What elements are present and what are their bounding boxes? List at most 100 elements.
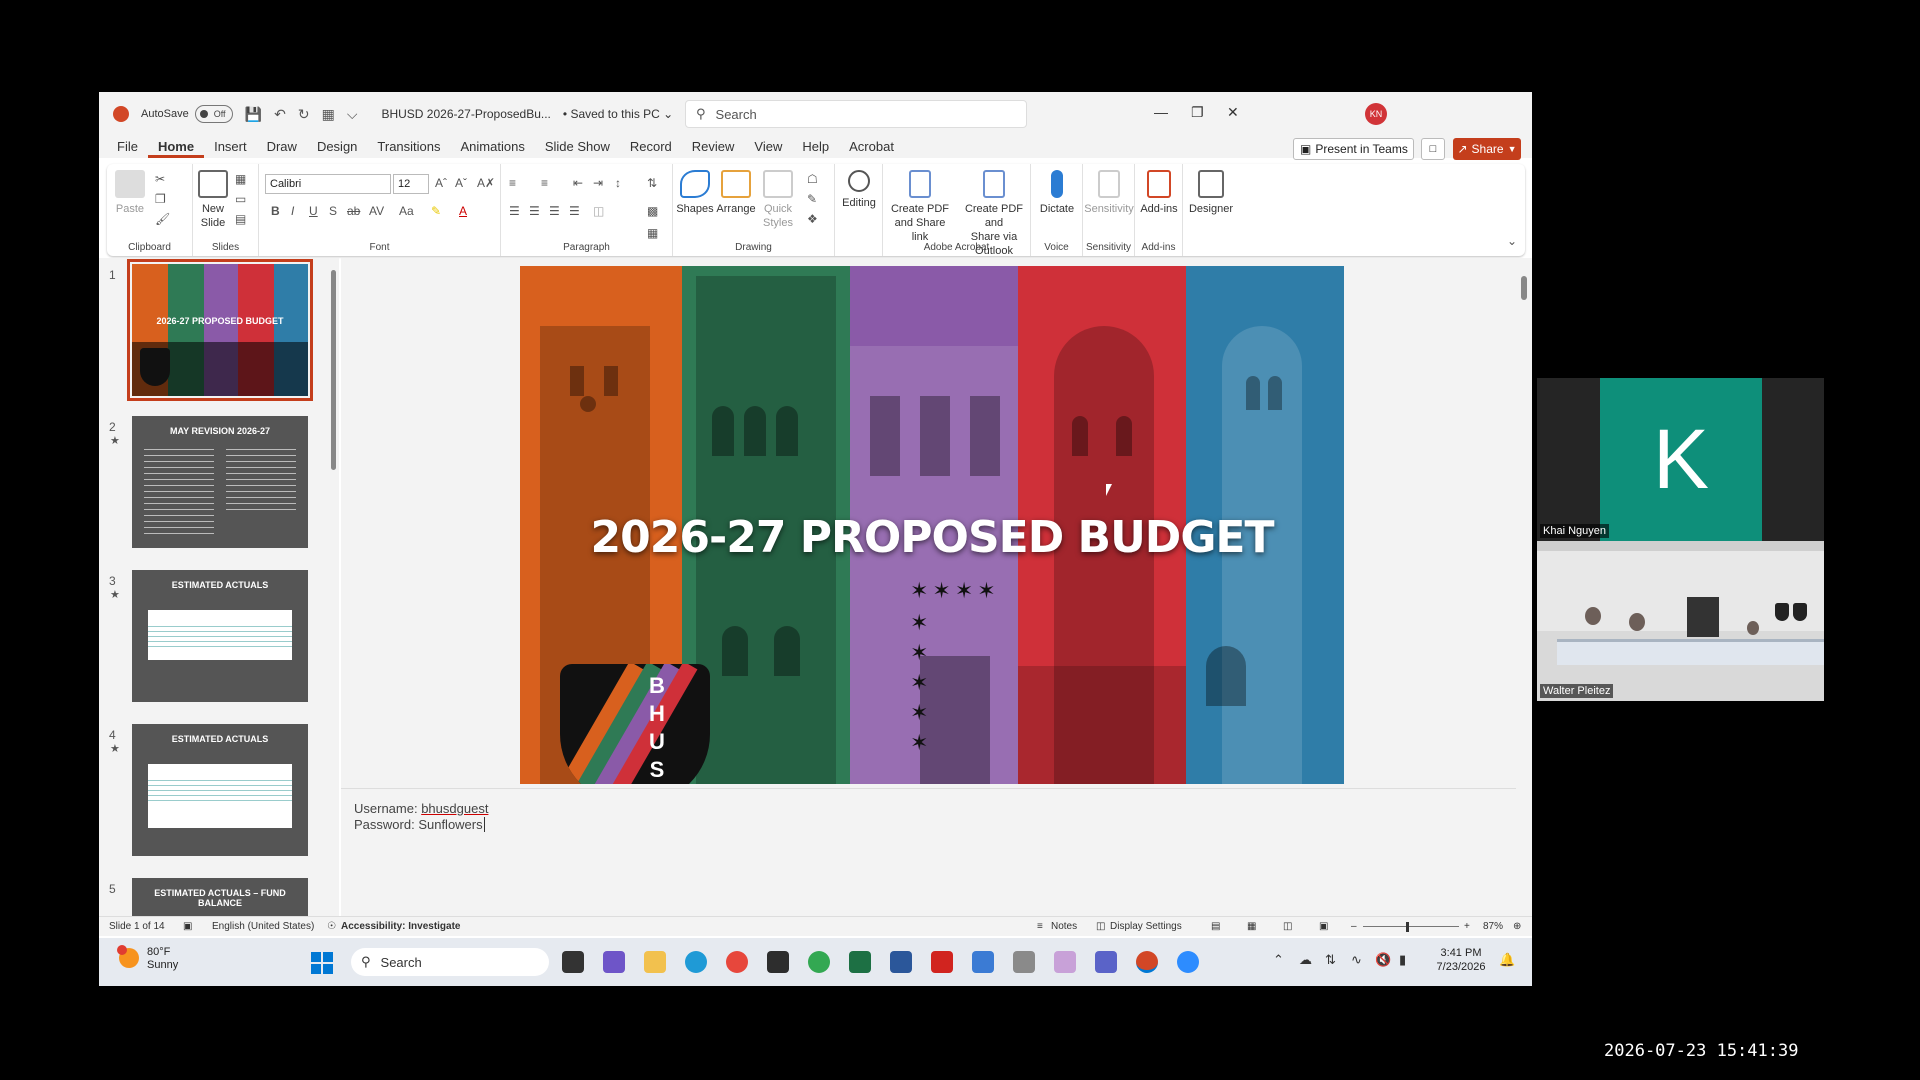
file-explorer-icon[interactable] (644, 951, 666, 973)
search-input[interactable]: ⚲ Search (685, 100, 1027, 128)
redo-icon[interactable]: ↻ (298, 106, 310, 123)
align-left-icon[interactable]: ☰ (509, 204, 520, 218)
scrollbar-thumb[interactable] (1521, 276, 1527, 300)
display-settings-button[interactable]: Display Settings (1110, 921, 1182, 932)
save-icon[interactable]: 💾 (245, 106, 262, 123)
accessibility-icon[interactable]: ☉ (327, 921, 336, 932)
zoom-level[interactable]: 87% (1483, 921, 1503, 932)
slide-sorter-icon[interactable]: ▦ (1247, 921, 1256, 932)
tab-file[interactable]: File (107, 136, 148, 158)
cut-icon[interactable]: ✂ (155, 172, 165, 186)
underline-icon[interactable]: U (309, 204, 318, 218)
undo-icon[interactable]: ↶ (274, 106, 286, 123)
change-case-icon[interactable]: Aa (399, 204, 414, 218)
sensitivity-button[interactable]: Sensitivity (1083, 170, 1135, 216)
slide-thumbnail-4[interactable]: ESTIMATED ACTUALS (132, 724, 308, 856)
shadow-icon[interactable]: S (329, 204, 337, 218)
paste-button[interactable]: Paste (115, 170, 145, 216)
zoom-participant-tile-1[interactable]: K Khai Nguyen (1537, 378, 1824, 541)
taskbar-search[interactable]: ⚲ Search (351, 948, 549, 976)
tab-review[interactable]: Review (682, 136, 745, 158)
tab-draw[interactable]: Draw (257, 136, 307, 158)
columns-icon[interactable]: ◫ (593, 204, 604, 218)
normal-view-icon[interactable]: ▤ (1211, 921, 1220, 932)
acrobat-icon[interactable] (931, 951, 953, 973)
tab-help[interactable]: Help (792, 136, 839, 158)
justify-icon[interactable]: ☰ (569, 204, 580, 218)
slide-title[interactable]: 2026-27 PROPOSED BUDGET (520, 512, 1344, 563)
minimize-icon[interactable]: — (1154, 104, 1168, 120)
char-spacing-icon[interactable]: AV (369, 204, 384, 218)
strikethrough-icon[interactable]: ab (347, 204, 360, 218)
editing-button[interactable]: Editing (837, 170, 881, 210)
line-spacing-icon[interactable]: ↕ (615, 176, 621, 190)
document-title[interactable]: BHUSD 2026-27-ProposedBu... (381, 107, 550, 121)
share-button[interactable]: ↗ Share ▼ (1453, 138, 1521, 160)
save-status[interactable]: • Saved to this PC ⌄ (563, 107, 673, 121)
slide-thumbnail-3[interactable]: ESTIMATED ACTUALS (132, 570, 308, 702)
bold-icon[interactable]: B (271, 204, 280, 218)
thumbnail-scrollbar[interactable] (330, 260, 338, 914)
clear-format-icon[interactable]: A✗ (477, 176, 495, 190)
user-avatar[interactable]: KN (1365, 103, 1387, 125)
tab-acrobat[interactable]: Acrobat (839, 136, 904, 158)
edge-browser-icon[interactable] (685, 951, 707, 973)
create-pdf-share-link-button[interactable]: Create PDF and Share link (885, 170, 955, 244)
zoom-out-icon[interactable]: – (1351, 921, 1357, 932)
italic-icon[interactable]: I (291, 204, 294, 218)
slideshow-view-icon[interactable]: ▣ (1319, 921, 1328, 932)
arrange-button[interactable]: Arrange (715, 170, 757, 216)
quick-styles-button[interactable]: Quick Styles (759, 170, 797, 230)
reading-view-icon[interactable]: ◫ (1283, 921, 1292, 932)
decrease-indent-icon[interactable]: ⇤ (573, 176, 583, 190)
speaker-notes-pane[interactable]: Username: bhusdguest Password: Sunflower… (341, 788, 1516, 916)
designer-button[interactable]: Designer (1187, 170, 1235, 216)
decrease-font-icon[interactable]: Aˇ (455, 176, 467, 190)
collapse-ribbon-icon[interactable]: ⌄ (1507, 234, 1517, 248)
present-in-teams-button[interactable]: ▣ Present in Teams (1293, 138, 1414, 160)
teams-classic-icon[interactable] (1095, 951, 1117, 973)
align-text-icon[interactable]: ▩ (647, 204, 658, 218)
font-color-icon[interactable]: A (459, 204, 467, 218)
tab-view[interactable]: View (744, 136, 792, 158)
autosave-toggle[interactable]: Off (194, 105, 233, 123)
tab-design[interactable]: Design (307, 136, 367, 158)
show-hidden-icons[interactable]: ⌃ (1273, 952, 1284, 968)
zoom-slider-thumb[interactable] (1406, 922, 1409, 932)
sticky-notes-icon[interactable] (767, 951, 789, 973)
format-painter-icon[interactable]: 🖌 (155, 212, 170, 226)
shape-effects-icon[interactable]: ❖ (807, 212, 818, 226)
shapes-button[interactable]: Shapes (675, 170, 715, 216)
comments-button[interactable]: □ (1421, 138, 1445, 160)
task-view-icon[interactable] (562, 951, 584, 973)
notes-button[interactable]: Notes (1051, 921, 1077, 932)
smartart-icon[interactable]: ▦ (647, 226, 658, 240)
notification-icon[interactable]: 🔔 (1499, 952, 1515, 968)
shape-fill-icon[interactable]: ☖ (807, 172, 818, 186)
onedrive-icon[interactable]: ☁ (1299, 952, 1312, 968)
highlight-icon[interactable]: ✎ (431, 204, 441, 218)
network-icon[interactable]: ⇅ (1325, 952, 1336, 968)
chrome-browser-icon[interactable] (726, 951, 748, 973)
dictate-button[interactable]: Dictate (1035, 170, 1079, 216)
slide-thumbnail-5[interactable]: ESTIMATED ACTUALS – FUND BALANCE (132, 878, 308, 916)
close-icon[interactable]: ✕ (1227, 104, 1239, 121)
increase-indent-icon[interactable]: ⇥ (593, 176, 603, 190)
fit-slide-icon[interactable]: ⊕ (1513, 921, 1521, 932)
reset-icon[interactable]: ▭ (235, 192, 246, 206)
windows-start-icon[interactable] (311, 952, 333, 974)
customize-toolbar-icon[interactable]: ⌵ (347, 106, 358, 123)
notepad-icon[interactable] (972, 951, 994, 973)
shape-outline-icon[interactable]: ✎ (807, 192, 817, 206)
weather-widget[interactable]: 80°F Sunny (147, 946, 178, 972)
addins-button[interactable]: Add-ins (1137, 170, 1181, 216)
align-right-icon[interactable]: ☰ (549, 204, 560, 218)
bullets-icon[interactable]: ≡ (509, 176, 516, 190)
speaker-muted-icon[interactable]: 🔇 (1375, 952, 1391, 968)
chrome-profile-icon[interactable] (808, 951, 830, 973)
zoom-participant-tile-2[interactable]: Walter Pleitez (1537, 541, 1824, 701)
weather-sun-icon[interactable] (117, 945, 139, 968)
zoom-in-icon[interactable]: + (1464, 921, 1470, 932)
battery-icon[interactable]: ▮ (1399, 952, 1406, 968)
slide-thumbnail-1[interactable]: 2026-27 PROPOSED BUDGET (127, 259, 313, 401)
